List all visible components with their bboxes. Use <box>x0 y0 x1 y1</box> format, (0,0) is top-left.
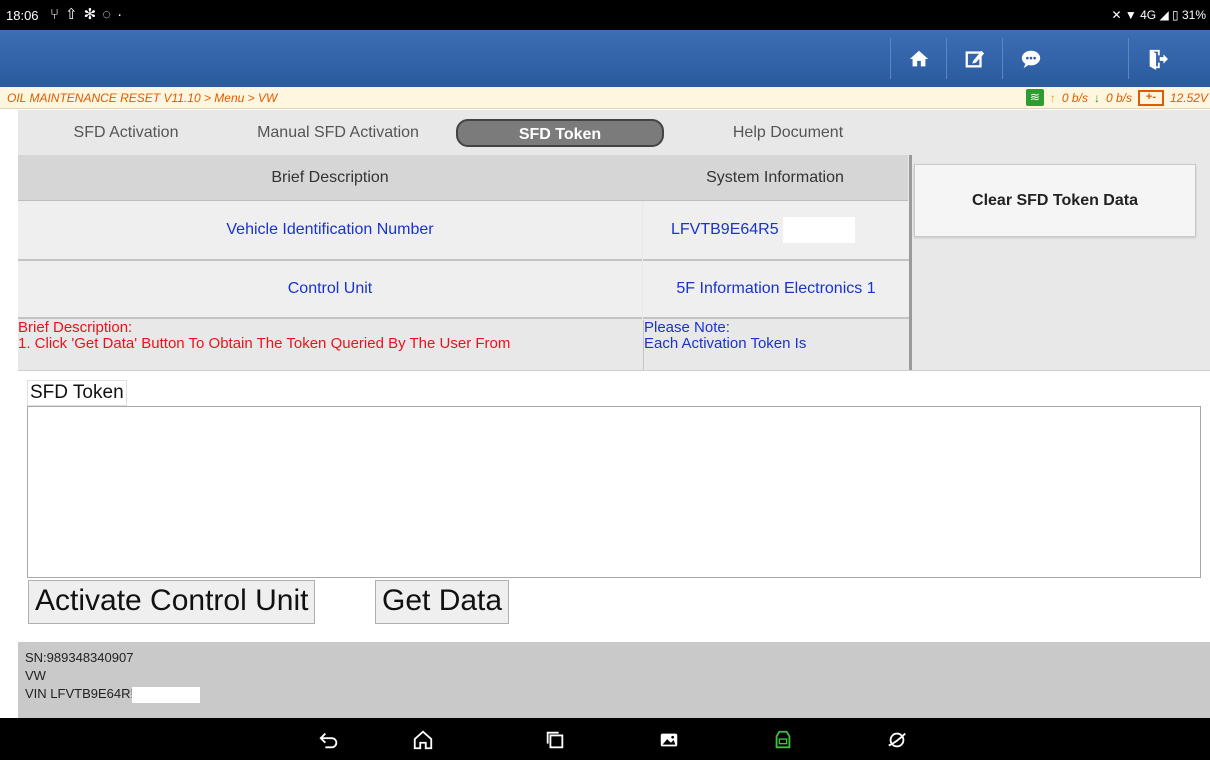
browser-icon <box>888 732 906 748</box>
battery-icon: ▯ <box>1172 8 1179 22</box>
table-header: Brief Description System Information <box>18 155 912 201</box>
please-note-title: Please Note: <box>644 320 730 336</box>
browser-button[interactable] <box>884 727 910 753</box>
dot-icon: · <box>117 6 129 23</box>
header-brief-description: Brief Description <box>18 155 642 201</box>
vci-button[interactable] <box>770 727 796 753</box>
row-label-control-unit: Control Unit <box>18 261 642 319</box>
table-scroll-divider <box>909 155 912 370</box>
status-right: ✕ ▼ 4G ◢ ▯ 31% <box>1111 8 1206 22</box>
breadcrumb: OIL MAINTENANCE RESET V11.10 > Menu > VW <box>7 91 278 105</box>
signal-icon: ◢ <box>1159 8 1169 22</box>
navigation-bar <box>0 718 1210 760</box>
table-row: Control Unit 5F Information Electronics … <box>18 261 912 319</box>
sfd-token-textarea[interactable] <box>27 406 1201 578</box>
recents-icon <box>546 731 564 749</box>
vin-text: VIN LFVTB9E64R! <box>25 686 135 701</box>
status-left-icons: ⑂⇧✻◌· <box>50 5 128 23</box>
recents-button[interactable] <box>542 727 568 753</box>
vin-value: LFVTB9E64R5 <box>671 221 779 238</box>
usb-icon: ⑂ <box>50 6 66 23</box>
vin-line: VIN LFVTB9E64R! <box>25 686 201 703</box>
tab-sfd-activation[interactable]: SFD Activation <box>46 119 206 147</box>
redaction-mask <box>132 686 201 703</box>
tab-manual-sfd-activation[interactable]: Manual SFD Activation <box>228 119 448 147</box>
battery-percent: 31% <box>1181 8 1206 22</box>
chat-icon: ◌ <box>102 6 118 23</box>
activate-control-unit-button[interactable]: Activate Control Unit <box>28 580 316 624</box>
nav-home-button[interactable] <box>410 727 436 753</box>
bluetooth-icon: ✻ <box>83 6 103 23</box>
status-time: 18:06 <box>6 8 39 23</box>
home-icon <box>909 50 928 66</box>
row-label-vin: Vehicle Identification Number <box>18 201 642 261</box>
edit-icon <box>965 50 984 67</box>
battery-voltage: 12.52V <box>1169 90 1208 105</box>
brief-description-title: Brief Description: <box>18 320 133 336</box>
sfd-token-label: SFD Token <box>27 380 127 406</box>
row-value-vin: LFVTB9E64R5 <box>643 201 909 261</box>
vci-icon <box>775 730 791 749</box>
home-icon <box>413 730 433 750</box>
gallery-button[interactable] <box>656 727 682 753</box>
serial-number: SN:989348340907 <box>25 650 134 665</box>
table-row: Vehicle Identification Number LFVTB9E64R… <box>18 201 912 261</box>
download-rate: 0 b/s <box>1105 90 1132 105</box>
get-data-button[interactable]: Get Data <box>375 580 510 624</box>
gallery-icon <box>660 733 678 747</box>
vehicle-make: VW <box>25 668 46 683</box>
car-battery-icon: +- <box>1137 89 1164 106</box>
network-type: 4G <box>1140 8 1157 22</box>
status-bar: 18:06 ⑂⇧✻◌· ✕ ▼ 4G ◢ ▯ 31% <box>0 0 1210 30</box>
home-button[interactable] <box>890 38 946 79</box>
redaction-mask <box>782 217 855 243</box>
connection-status: ≋ ↑ 0 b/s ↓ 0 b/s +- 12.52V <box>1025 89 1208 106</box>
tab-bar: SFD Activation Manual SFD Activation SFD… <box>18 114 1210 150</box>
row-value-control-unit: 5F Information Electronics 1 <box>643 261 909 319</box>
upload-arrow-icon: ↑ <box>1049 90 1056 105</box>
breadcrumb-bar: OIL MAINTENANCE RESET V11.10 > Menu > VW… <box>0 87 1210 109</box>
back-icon <box>319 732 338 749</box>
report-button[interactable] <box>946 38 1002 79</box>
wifi-signal-icon: ▼ <box>1124 8 1137 22</box>
back-button[interactable] <box>316 727 342 753</box>
mute-icon: ✕ <box>1111 8 1122 22</box>
upload-icon: ⇧ <box>65 6 84 23</box>
vehicle-info-footer: SN:989348340907 VW VIN LFVTB9E64R! <box>18 642 1210 718</box>
brief-description-text: Brief Description: 1. Click 'Get Data' B… <box>18 320 642 370</box>
header-system-information: System Information <box>642 155 908 201</box>
clear-sfd-token-button[interactable]: Clear SFD Token Data <box>914 164 1196 237</box>
tab-sfd-token[interactable]: SFD Token <box>456 119 664 147</box>
please-note-text: Please Note: Each Activation Token Is <box>643 320 909 370</box>
exit-icon <box>1149 49 1168 70</box>
download-arrow-icon: ↓ <box>1093 90 1100 105</box>
chat-icon <box>1021 50 1040 68</box>
wifi-icon: ≋ <box>1025 89 1044 106</box>
tab-help-document[interactable]: Help Document <box>678 119 898 147</box>
brief-description-line: 1. Click 'Get Data' Button To Obtain The… <box>18 335 511 352</box>
upload-rate: 0 b/s <box>1061 90 1088 105</box>
app-header <box>0 30 1210 87</box>
feedback-button[interactable] <box>1002 38 1058 79</box>
exit-button[interactable] <box>1128 38 1184 79</box>
please-note-line: Each Activation Token Is <box>644 335 807 352</box>
